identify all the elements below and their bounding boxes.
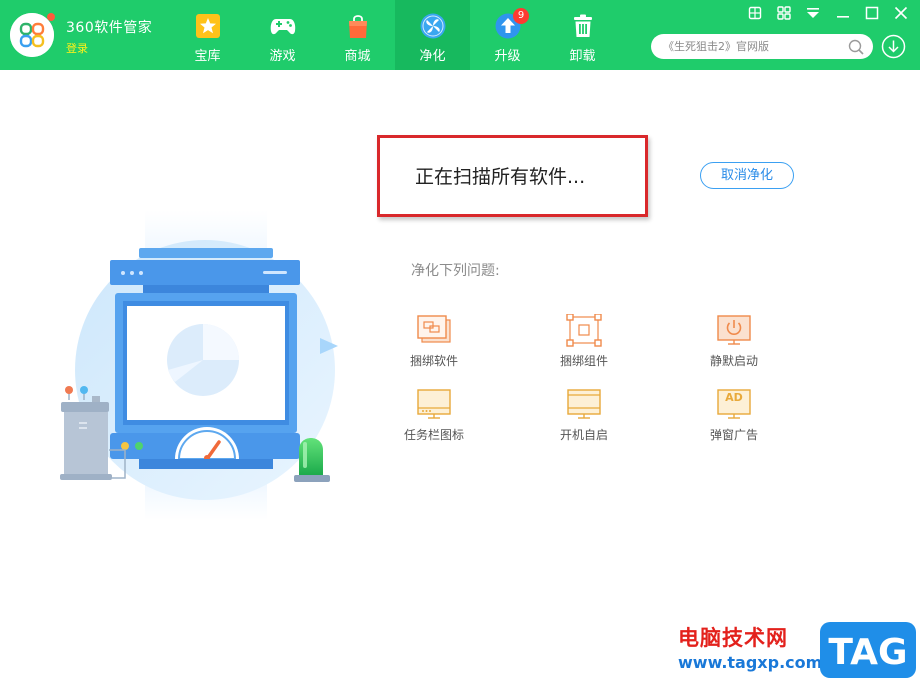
issue-label: 任务栏图标 — [403, 428, 464, 442]
watermark-url: www.tagxp.com — [678, 653, 823, 672]
shopping-bag-icon — [349, 15, 367, 38]
tab-label: 商城 — [344, 49, 371, 64]
issue-label: 开机自启 — [559, 428, 608, 442]
tab-upgrade[interactable]: 9 升级 — [470, 0, 545, 70]
issue-label: 弹窗广告 — [709, 428, 758, 442]
popup-ad-glyph: AD — [725, 391, 743, 404]
maximize-icon[interactable] — [863, 4, 881, 22]
menu-dropdown-icon[interactable] — [804, 4, 822, 22]
title-bar: 360软件管家 登录 宝库 游戏 商城 净化 9 升级 卸载 《生死狙击2》官网… — [0, 0, 920, 70]
tab-treasury[interactable]: 宝库 — [170, 0, 245, 70]
issue-label: 捆绑组件 — [559, 354, 608, 368]
app-window: 360软件管家 登录 宝库 游戏 商城 净化 9 升级 卸载 《生死狙击2》官网… — [0, 0, 920, 680]
tab-store[interactable]: 商城 — [320, 0, 395, 70]
tab-label: 净化 — [419, 49, 446, 64]
tab-uninstall[interactable]: 卸载 — [545, 0, 620, 70]
search-input[interactable] — [663, 38, 843, 55]
tab-label: 卸载 — [569, 49, 596, 64]
bundled-component-icon — [566, 314, 602, 347]
tag-logo: TAG — [820, 622, 916, 678]
download-icon[interactable] — [881, 34, 906, 59]
silent-startup-icon — [717, 315, 751, 345]
scan-status-box: 正在扫描所有软件... — [377, 135, 648, 217]
issue-taskbar-icon[interactable]: 任务栏图标 — [394, 388, 474, 444]
issue-boot-autostart[interactable]: 开机自启 — [544, 388, 624, 444]
search-icon[interactable] — [847, 38, 865, 56]
issue-label: 捆绑软件 — [409, 354, 458, 368]
site-watermark: 电脑技术网 www.tagxp.com TAG — [675, 620, 920, 680]
tab-label: 游戏 — [269, 49, 296, 64]
minimize-icon[interactable] — [834, 4, 852, 22]
taskbar-icon — [417, 389, 451, 419]
tab-label: 宝库 — [194, 49, 221, 64]
trash-icon — [574, 14, 592, 37]
app-grid-icon[interactable] — [775, 4, 793, 22]
boot-autostart-icon — [567, 389, 601, 419]
tab-label: 升级 — [494, 49, 521, 64]
gamepad-icon — [270, 19, 296, 35]
issue-silent-startup[interactable]: 静默启动 — [694, 314, 774, 370]
close-icon[interactable] — [892, 4, 910, 22]
scan-status-text: 正在扫描所有软件... — [415, 166, 586, 188]
login-link[interactable]: 登录 — [66, 40, 88, 56]
cancel-purify-button[interactable]: 取消净化 — [700, 162, 794, 189]
tab-purify[interactable]: 净化 — [395, 0, 470, 70]
bundled-software-icon — [417, 315, 451, 343]
issue-bundled-component[interactable]: 捆绑组件 — [544, 314, 624, 370]
star-icon — [196, 14, 220, 38]
svg-text:TAG: TAG — [828, 632, 907, 673]
scanning-illustration — [60, 210, 338, 520]
purify-fan-icon — [420, 13, 446, 39]
upgrade-count-badge: 9 — [513, 8, 529, 24]
search-box — [651, 34, 873, 59]
app-name: 360软件管家 — [66, 20, 153, 36]
issue-bundled-software[interactable]: 捆绑软件 — [394, 314, 474, 370]
tab-games[interactable]: 游戏 — [245, 0, 320, 70]
watermark-title: 电脑技术网 — [678, 626, 788, 650]
notification-dot — [47, 13, 55, 21]
skin-icon[interactable] — [746, 4, 764, 22]
issue-label: 静默启动 — [709, 354, 758, 368]
issues-heading: 净化下列问题: — [411, 263, 500, 279]
